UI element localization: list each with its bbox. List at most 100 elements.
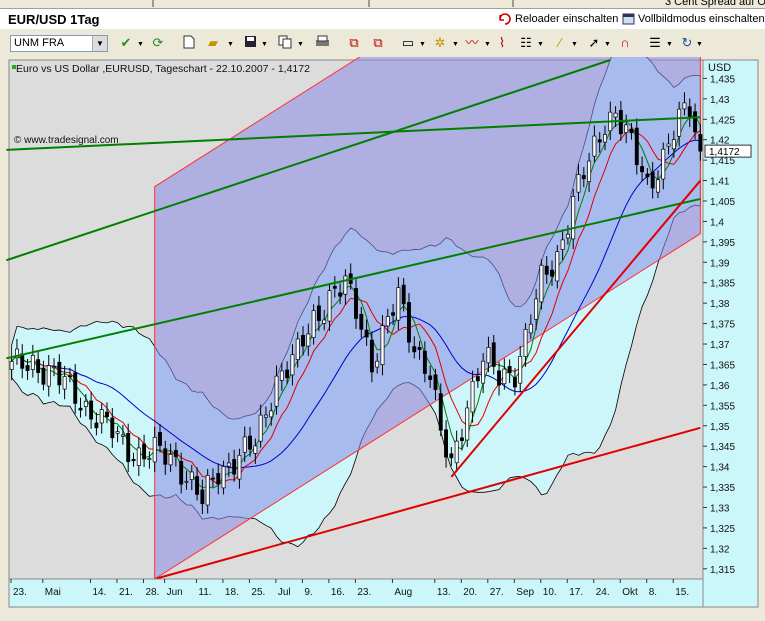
candle-body [332,285,337,289]
line-chart-icon[interactable]: ⌇ [494,35,510,51]
chevron-down-icon[interactable]: ▼ [452,41,459,48]
candle-body [375,360,380,368]
candle-body [629,128,634,134]
watermark: © www.tradesignal.com [14,135,119,146]
candle-body [200,489,205,505]
chevron-down-icon[interactable]: ▼ [261,41,268,48]
symbol-combobox-value: UNM FRA [14,37,65,49]
candle-body [555,251,560,282]
tab-separator [368,0,370,7]
candle-body [179,460,184,485]
chart-area[interactable]: 1,315 1,32 1,325 1,33 1,335 1,34 1,345 1,35 1,35… [0,0,765,618]
candle-body [671,139,676,150]
y-tick-label: 1,435 [710,74,735,85]
undo-icon[interactable]: ↻ [679,35,695,51]
candle-body [343,275,348,295]
settings-icon[interactable]: ☷ [518,35,534,51]
candle-body [618,110,623,135]
cursor-icon[interactable]: ➚ [586,35,602,51]
chevron-down-icon[interactable]: ▼ [92,36,107,51]
candle-body [163,448,168,465]
draw-line-icon[interactable]: ⁄ [552,35,568,51]
candle-body [78,407,83,411]
candle-body [306,333,311,347]
pin-icon[interactable]: ✔ [118,35,134,51]
chart-edit-icon[interactable]: ⧉ [346,35,362,51]
y-unit-label: USD [708,62,731,74]
tab-spread-label: 3 Cent Spread auf O [665,0,765,8]
candle-body [364,329,369,338]
chevron-down-icon[interactable]: ▼ [666,41,673,48]
window-title: EUR/USD 1Tag [8,12,100,27]
candle-body [9,361,14,370]
save-icon[interactable] [242,35,258,51]
y-tick-label: 1,345 [710,442,735,453]
x-tick-label: 11. [198,587,211,598]
magnet-icon[interactable]: ∩ [617,35,633,51]
reload-button[interactable]: Reloader einschalten [498,13,618,25]
candle-body [512,377,517,388]
candle-body [465,407,470,441]
y-tick-label: 1,405 [710,197,735,208]
candle-body [147,458,152,460]
template-icon[interactable]: ☰ [647,35,663,51]
trend-icon[interactable]: 〰 [464,35,480,51]
y-tick-label: 1,37 [710,340,730,351]
chevron-down-icon[interactable]: ▼ [696,41,703,48]
candle-body [184,480,189,483]
candle-body [99,409,104,424]
candle-body [126,433,131,463]
candle-body [295,338,300,360]
indicator-icon[interactable]: ✲ [432,35,448,51]
candle-body [285,369,290,379]
candle-body [258,414,263,442]
print-icon[interactable] [314,35,330,51]
y-tick-label: 1,38 [710,299,730,310]
y-tick-label: 1,365 [710,360,735,371]
x-tick-label: 8. [649,587,657,598]
chevron-down-icon[interactable]: ▼ [484,41,491,48]
legend-marker [12,65,16,69]
copy-icon[interactable] [277,35,293,51]
x-tick-label: 14. [92,587,106,598]
candle-body [216,473,221,485]
candle-body [603,134,607,143]
refresh-icon[interactable]: ⟳ [150,35,166,51]
candle-body [592,135,597,157]
candle-body [322,319,327,324]
new-doc-icon[interactable] [181,35,197,51]
x-tick-label: 28. [145,587,159,598]
candle-body [640,166,645,173]
candle-body [528,323,533,334]
price-chart[interactable]: 1,315 1,32 1,325 1,33 1,335 1,34 1,345 1,35 1,35… [0,0,765,618]
y-tick-label: 1,355 [710,401,735,412]
candle-body [401,284,406,305]
candle-body [385,316,390,327]
main-toolbar: UNM FRA ▼ ✔ ▼ ⟳ ▰ ▼ ▼ ▼ ⧉ ⧉ ▭ ▼ ✲ ▼ 〰 ▼ … [0,29,765,57]
chevron-down-icon[interactable]: ▼ [604,41,611,48]
fullscreen-button[interactable]: Vollbildmodus einschalten [622,13,765,25]
x-tick-label: 17. [569,587,583,598]
candle-body [523,329,528,357]
tab-spread[interactable]: 3 Cent Spread auf O [665,0,765,8]
window-icon[interactable]: ▭ [400,35,416,51]
chevron-down-icon[interactable]: ▼ [571,41,578,48]
chevron-down-icon[interactable]: ▼ [137,41,144,48]
chevron-down-icon[interactable]: ▼ [537,41,544,48]
chevron-down-icon[interactable]: ▼ [419,41,426,48]
symbol-combobox[interactable]: UNM FRA ▼ [10,35,108,52]
chevron-down-icon[interactable]: ▼ [297,41,304,48]
candle-body [67,375,72,378]
y-tick-label: 1,39 [710,258,730,269]
candle-body [274,375,279,407]
candle-body [693,111,698,133]
fullscreen-label: Vollbildmodus einschalten [638,13,765,25]
open-folder-icon[interactable]: ▰ [205,35,221,51]
candle-body [470,380,475,413]
candle-body [481,360,486,384]
chart-add-icon[interactable]: ⧉ [370,35,386,51]
candle-body [444,429,449,458]
candle-body [587,160,592,182]
candle-body [560,239,565,250]
chevron-down-icon[interactable]: ▼ [227,41,234,48]
